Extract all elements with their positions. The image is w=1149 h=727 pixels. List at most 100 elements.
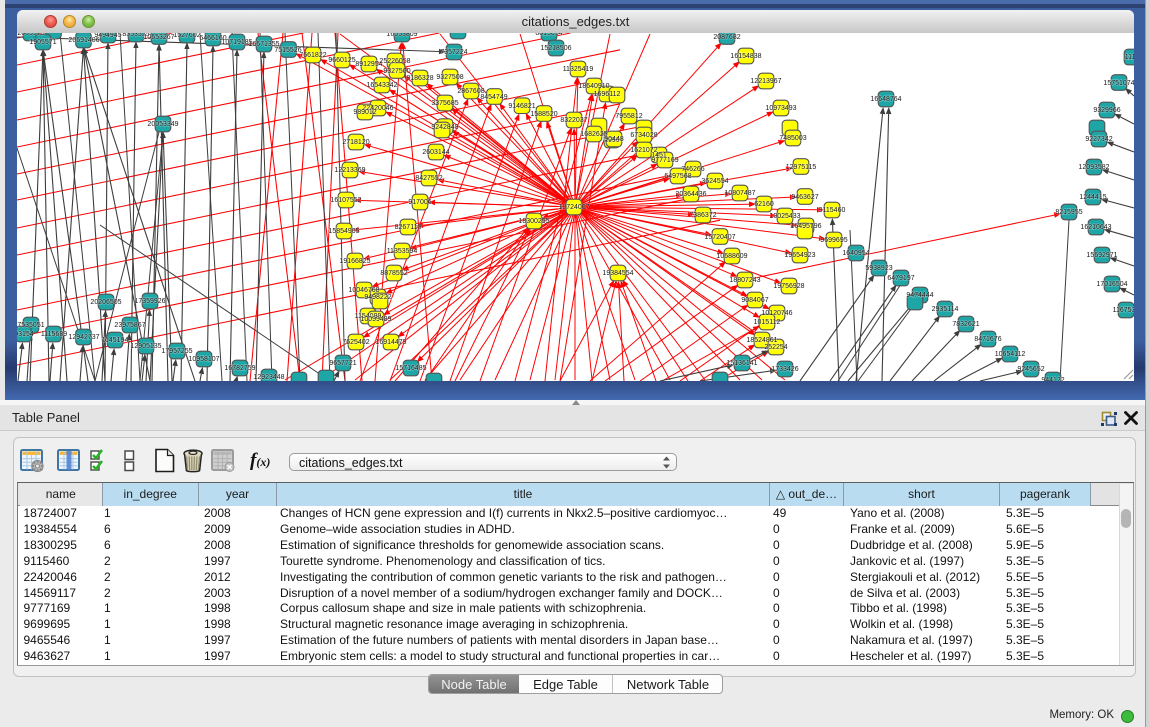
svg-text:12942737: 12942737: [68, 334, 99, 341]
svg-text:9699695: 9699695: [820, 237, 847, 244]
svg-text:18300295: 18300295: [518, 218, 549, 225]
svg-text:8322037: 8322037: [560, 117, 587, 124]
svg-text:20364436: 20364436: [675, 191, 706, 198]
svg-text:18724007: 18724007: [558, 204, 589, 211]
svg-text:18640910: 18640910: [578, 83, 609, 90]
svg-text:11353594: 11353594: [387, 248, 418, 255]
svg-text:15692971: 15692971: [1086, 252, 1117, 259]
svg-text:19384554: 19384554: [602, 270, 633, 277]
svg-text:7832621: 7832621: [952, 321, 979, 328]
svg-text:2718120: 2718120: [342, 139, 369, 146]
svg-text:8454749: 8454749: [480, 94, 507, 101]
svg-text:7485003: 7485003: [779, 135, 806, 142]
svg-text:9463627: 9463627: [791, 194, 818, 201]
svg-text:9657721: 9657721: [329, 360, 356, 367]
svg-text:8813054: 8813054: [535, 33, 562, 37]
svg-text:10099489: 10099489: [360, 316, 391, 323]
svg-text:8878552: 8878552: [380, 270, 407, 277]
svg-text:12093582: 12093582: [1078, 164, 1109, 171]
svg-text:1527602: 1527602: [173, 33, 200, 39]
svg-text:18807243: 18807243: [729, 277, 760, 284]
svg-text:1905571: 1905571: [29, 39, 56, 46]
svg-text:19756928: 19756928: [773, 283, 804, 290]
svg-text:15854905: 15854905: [328, 228, 359, 235]
svg-text:10654112: 10654112: [995, 351, 1026, 358]
svg-text:15751074: 15751074: [1103, 80, 1134, 87]
svg-text:2087682: 2087682: [713, 34, 740, 41]
svg-text:746266: 746266: [681, 166, 704, 173]
svg-text:1145194: 1145194: [102, 337, 129, 344]
svg-text:9660125: 9660125: [328, 57, 355, 64]
svg-text:7955812: 7955812: [615, 113, 642, 120]
svg-text:17957255: 17957255: [161, 348, 192, 355]
svg-text:16914479: 16914479: [375, 339, 406, 346]
svg-text:1115689: 1115689: [41, 331, 67, 338]
svg-text:15218506: 15218506: [540, 45, 571, 52]
svg-text:9327508: 9327508: [436, 74, 463, 81]
svg-text:1167533: 1167533: [1113, 307, 1134, 314]
svg-text:19654923: 19654923: [784, 252, 815, 259]
svg-text:2005573: 2005573: [17, 33, 44, 37]
svg-text:944122: 944122: [1041, 377, 1064, 381]
svg-text:9227342: 9227342: [1085, 136, 1112, 143]
svg-text:17359926: 17359926: [134, 298, 165, 305]
svg-text:2935114: 2935114: [932, 306, 959, 313]
svg-text:16543342: 16543342: [366, 82, 397, 89]
svg-text:17016504: 17016504: [1096, 281, 1127, 288]
svg-text:10688609: 10688609: [716, 253, 747, 260]
svg-text:8471676: 8471676: [974, 336, 1001, 343]
svg-text:12213369: 12213369: [334, 167, 365, 174]
svg-text:8186328: 8186328: [406, 75, 433, 82]
svg-text:8427552: 8427552: [415, 175, 442, 182]
svg-text:9474444: 9474444: [906, 292, 933, 299]
svg-text:7515526: 7515526: [274, 47, 301, 54]
svg-text:6734028: 6734028: [630, 132, 657, 139]
svg-text:12213967: 12213967: [750, 78, 781, 85]
svg-text:15716485: 15716485: [395, 365, 426, 372]
svg-text:9498222: 9498222: [364, 294, 391, 301]
svg-text:15136141: 15136141: [726, 360, 757, 367]
svg-text:3624554: 3624554: [701, 178, 728, 185]
svg-text:1015112: 1015112: [754, 319, 781, 326]
svg-text:12975115: 12975115: [786, 164, 817, 171]
svg-text:8215955: 8215955: [1055, 209, 1082, 216]
svg-text:90448: 90448: [604, 136, 624, 143]
svg-text:16210643: 16210643: [1080, 224, 1111, 231]
svg-text:16648764: 16648764: [870, 96, 901, 103]
svg-text:9327500: 9327500: [383, 68, 410, 75]
svg-text:7625402: 7625402: [342, 339, 369, 346]
svg-text:1112: 1112: [1125, 54, 1134, 61]
svg-text:8267110: 8267110: [395, 224, 422, 231]
svg-text:9242848: 9242848: [431, 124, 458, 131]
svg-text:1640954: 1640954: [842, 250, 869, 257]
svg-text:10046768: 10046768: [348, 287, 379, 294]
svg-text:12905135: 12905135: [130, 343, 161, 350]
svg-text:16782759: 16782759: [224, 365, 255, 372]
svg-text:10025433: 10025433: [769, 213, 800, 220]
svg-text:7661822: 7661822: [299, 52, 326, 59]
svg-text:18524861: 18524861: [746, 337, 777, 344]
svg-text:3375685: 3375685: [431, 100, 458, 107]
svg-text:19166825: 19166825: [339, 258, 370, 265]
svg-text:9777169: 9777169: [651, 157, 678, 164]
svg-text:25226058: 25226058: [379, 58, 410, 65]
svg-text:6479197: 6479197: [887, 275, 914, 282]
svg-text:9494945: 9494945: [94, 33, 121, 39]
svg-text:11325419: 11325419: [563, 66, 594, 73]
svg-text:5938923: 5938923: [865, 265, 892, 272]
svg-text:1244415: 1244415: [1079, 194, 1106, 201]
svg-text:9146821: 9146821: [508, 103, 535, 110]
svg-text:16053809: 16053809: [386, 33, 417, 38]
svg-text:62160: 62160: [754, 201, 774, 208]
svg-text:7357224: 7357224: [440, 49, 467, 56]
svg-text:252254: 252254: [764, 344, 787, 351]
svg-text:7386372: 7386372: [689, 212, 716, 219]
svg-text:10120746: 10120746: [761, 310, 792, 317]
svg-text:20206505: 20206505: [90, 299, 121, 306]
svg-text:10958107: 10958107: [188, 356, 219, 363]
svg-text:7535051: 7535051: [17, 322, 44, 329]
svg-text:1733426: 1733426: [771, 366, 798, 373]
svg-text:10973493: 10973493: [765, 105, 796, 112]
svg-text:10807487: 10807487: [724, 190, 755, 197]
svg-text:9084067: 9084067: [741, 297, 768, 304]
